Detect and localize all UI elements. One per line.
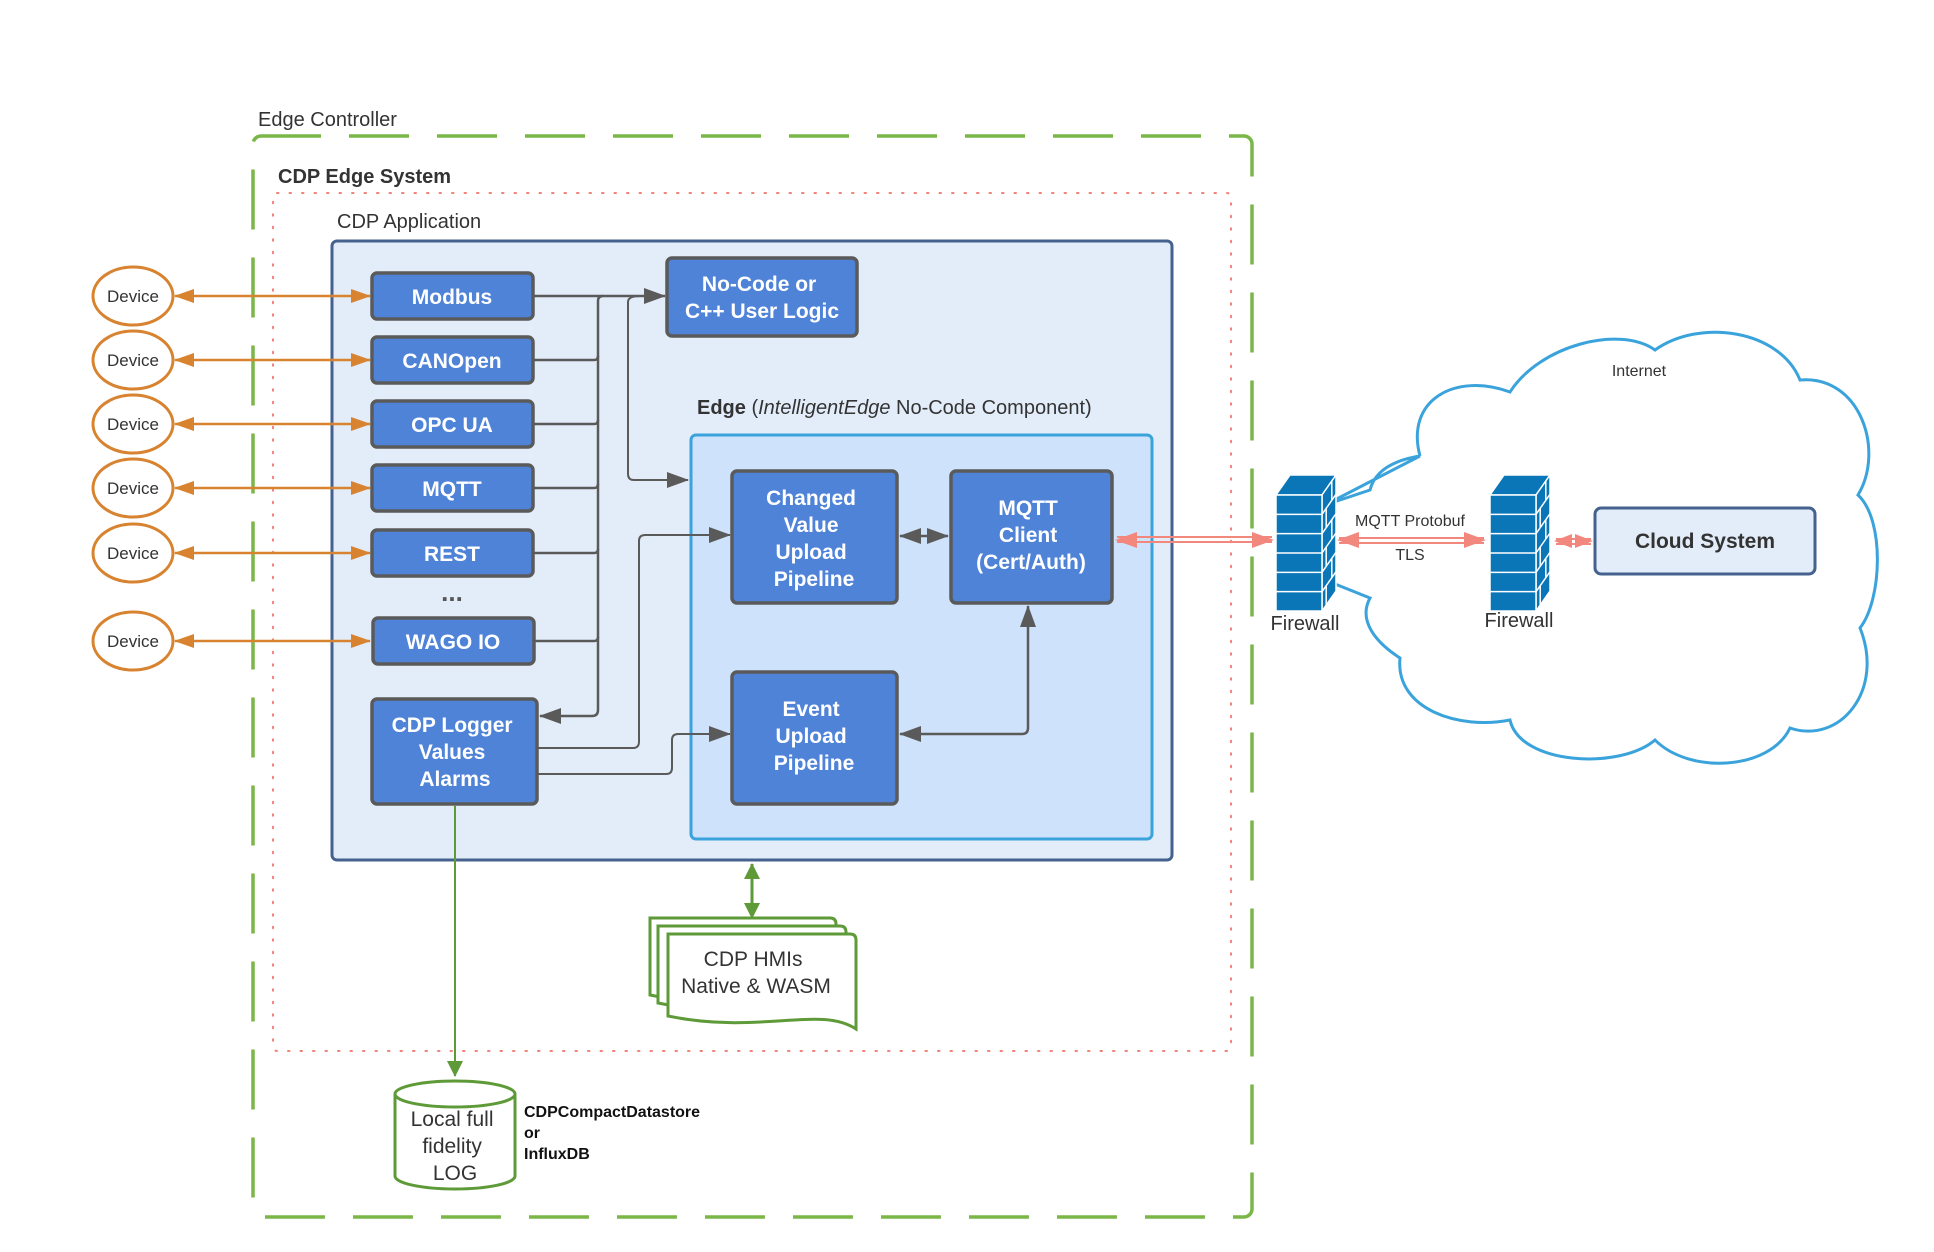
edge-component-name: Edge (697, 397, 746, 419)
log-label-line-3: LOG (433, 1162, 477, 1185)
mqtt-client-line-1: MQTT (998, 497, 1058, 520)
user-logic-box[interactable] (665, 256, 859, 338)
device-label: Device (107, 287, 159, 306)
hmi-label-line-1: CDP HMIs (704, 948, 803, 971)
edge-component-product: IntelligentEdge (758, 397, 890, 419)
edge-component-label: Edge (IntelligentEdge No-Code Component) (697, 397, 1092, 419)
user-logic-line-1: No-Code or (702, 273, 816, 296)
protocol-label: Modbus (412, 286, 492, 309)
edge-controller-label: Edge Controller (258, 109, 397, 131)
cdp-application-label: CDP Application (337, 211, 481, 233)
edge-component-desc: No-Code Component) (890, 397, 1091, 419)
log-note-line-1: CDPCompactDatastore (524, 1104, 700, 1121)
mqtt-client-line-2: Client (999, 524, 1057, 547)
protocol-label: OPC UA (411, 414, 493, 437)
log-label-line-1: Local full (411, 1108, 494, 1131)
cdp-logger-line-1: CDP Logger (392, 714, 513, 737)
event-pipeline-line-1: Event (782, 698, 839, 721)
hmi-label-line-2: Native & WASM (681, 975, 831, 998)
protocol-label: WAGO IO (406, 631, 501, 654)
link-security-label: TLS (1395, 547, 1424, 564)
arrowhead (1337, 532, 1359, 548)
firewall-right-label: Firewall (1485, 610, 1554, 632)
cdp-logger-line-3: Alarms (419, 768, 490, 791)
device-label: Device (107, 415, 159, 434)
protocol-label: CANOpen (402, 350, 501, 373)
cdp-logger-line-2: Values (419, 741, 486, 764)
log-note-line-2: or (524, 1125, 540, 1142)
firewall-left-icon (1274, 472, 1338, 614)
link-protocol-label: MQTT Protobuf (1355, 513, 1466, 530)
mqtt-client-line-3: (Cert/Auth) (976, 551, 1086, 574)
log-database-top (393, 1079, 517, 1109)
protocol-label: REST (424, 543, 480, 566)
changed-value-line-1: Changed (766, 487, 856, 510)
firewall-left-label: Firewall (1271, 613, 1340, 635)
cloud-system-label: Cloud System (1635, 530, 1775, 553)
arrowhead (1252, 532, 1274, 548)
cdp-edge-system-label: CDP Edge System (278, 166, 451, 188)
device-label: Device (107, 479, 159, 498)
event-pipeline-line-2: Upload (775, 725, 846, 748)
log-label-line-2: fidelity (422, 1135, 482, 1158)
changed-value-line-2: Value (784, 514, 839, 537)
edge-component-paren: ( (746, 397, 759, 419)
user-logic-line-2: C++ User Logic (685, 300, 839, 323)
architecture-diagram: Edge Controller CDP Edge System CDP Appl… (91, 109, 1879, 1219)
device-label: Device (107, 351, 159, 370)
event-pipeline-line-3: Pipeline (774, 752, 855, 775)
device-label: Device (107, 544, 159, 563)
changed-value-line-4: Pipeline (774, 568, 855, 591)
changed-value-line-3: Upload (775, 541, 846, 564)
hmi-documents (648, 916, 858, 1032)
more-protocols-ellipsis: ... (441, 577, 463, 607)
firewall-right-icon (1488, 472, 1552, 614)
event-pipeline-label: Event Upload Pipeline (774, 698, 855, 775)
device-list: Device Device Device Device Device Device (91, 265, 175, 672)
internet-label: Internet (1612, 363, 1667, 380)
log-note-line-3: InfluxDB (524, 1146, 590, 1163)
device-label: Device (107, 632, 159, 651)
protocol-label: MQTT (422, 478, 482, 501)
log-store-note: CDPCompactDatastore or InfluxDB (524, 1104, 705, 1163)
